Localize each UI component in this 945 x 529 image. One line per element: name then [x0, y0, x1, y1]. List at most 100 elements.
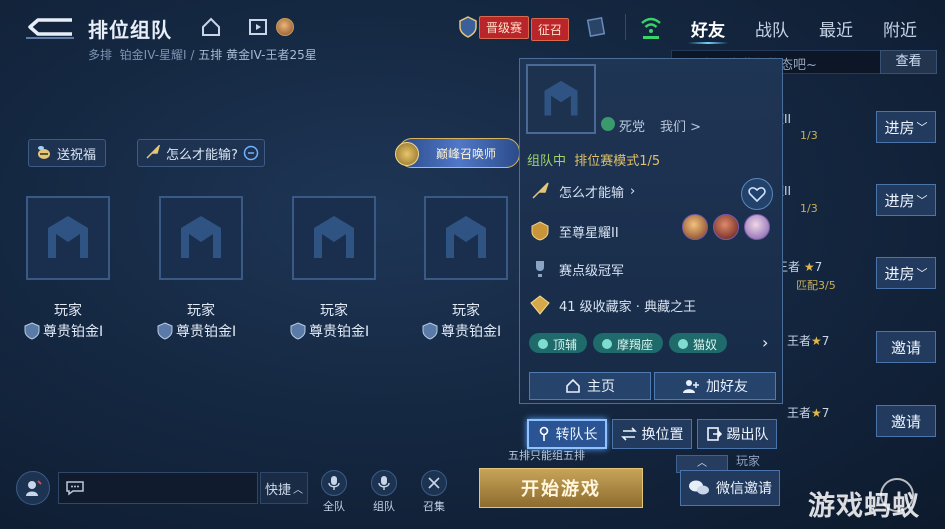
send-blessing-button[interactable]: 送祝福: [28, 139, 106, 167]
tag-item: 顶辅: [529, 333, 588, 353]
chat-input[interactable]: [58, 472, 258, 504]
shield-icon: [459, 16, 477, 38]
quick-chat-button[interactable]: 快捷 ︿: [260, 472, 308, 504]
back-button[interactable]: [22, 12, 78, 42]
chevron-right-icon[interactable]: ›: [762, 333, 776, 353]
player-rank-label: 尊贵铂金I: [176, 324, 237, 340]
peak-summoner-label: 巅峰召唤师: [435, 146, 496, 161]
popup-avatar[interactable]: [526, 64, 596, 134]
chevron-up-icon: ︿: [293, 484, 303, 496]
heart-icon: [748, 187, 766, 202]
default-avatar-icon: [446, 216, 486, 258]
rank-shield-icon: [290, 322, 306, 340]
tag-list: 顶辅 摩羯座 猫奴: [529, 333, 733, 353]
gather-button[interactable]: 召集: [414, 470, 454, 513]
voice-button[interactable]: [16, 471, 50, 505]
swap-position-label: 换位置: [641, 427, 684, 443]
add-friend-button[interactable]: 加好友: [654, 372, 776, 400]
rocket-icon: [146, 145, 161, 159]
separator: /: [190, 48, 195, 62]
chevron-right-icon: ›: [630, 183, 636, 199]
invite-button[interactable]: 邀请: [876, 331, 936, 363]
voice-icon: [371, 470, 397, 496]
relation-label: 死党: [619, 120, 646, 135]
pin-icon: [539, 426, 548, 441]
hero-avatar[interactable]: [744, 214, 770, 240]
team-voice-button[interactable]: 组队: [364, 470, 404, 513]
voice-icon: [321, 470, 347, 496]
exit-icon: [706, 427, 722, 441]
all-team-voice-button[interactable]: 全队: [314, 470, 354, 513]
chat-icon: [66, 481, 84, 496]
home-icon[interactable]: [200, 16, 222, 38]
summon-badge[interactable]: 征召: [531, 18, 570, 41]
champion-label: 赛点级冠军: [559, 263, 625, 279]
player-slot-2[interactable]: [159, 196, 243, 280]
info-icon: [243, 145, 259, 161]
rank-shield-icon: [422, 322, 438, 340]
view-status-button[interactable]: 查看: [880, 50, 937, 74]
default-avatar-icon: [314, 216, 354, 258]
promotion-label: 晋级赛: [479, 15, 530, 39]
champion-row: 赛点级冠军: [529, 258, 624, 280]
page-title: 排位组队: [88, 18, 172, 42]
player-name-2: 玩家: [187, 303, 215, 319]
how-to-lose-button[interactable]: 怎么才能输?: [137, 139, 265, 167]
join-room-button[interactable]: 进房 ﹀: [876, 257, 936, 289]
swap-position-button[interactable]: 换位置: [612, 419, 692, 449]
team-mode-label: 排位赛模式1/5: [574, 154, 661, 169]
share-icon[interactable]: [586, 16, 606, 38]
hero-avatar[interactable]: [713, 214, 739, 240]
gather-label: 召集: [423, 500, 445, 513]
collector-badge-icon: [530, 295, 550, 315]
player-rank-label: 尊贵铂金I: [309, 324, 370, 340]
gather-icon: [421, 470, 447, 496]
join-room-button[interactable]: 进房 ﹀: [876, 111, 936, 143]
start-game-button[interactable]: 开始游戏: [479, 468, 643, 508]
star-icon: ★: [803, 260, 815, 274]
rank-row: 至尊星耀II: [529, 220, 619, 242]
collector-row: 41 级收藏家 · 典藏之王: [529, 294, 696, 316]
like-button[interactable]: [741, 178, 773, 210]
tab-friends[interactable]: 好友: [676, 0, 740, 52]
player-slot-1[interactable]: [26, 196, 110, 280]
friend-count-1: 1/3: [800, 129, 818, 142]
tab-nearby[interactable]: 附近: [868, 0, 932, 52]
promotion-badge[interactable]: 晋级赛: [459, 15, 530, 39]
join-room-button[interactable]: 进房 ﹀: [876, 184, 936, 216]
star-rank-icon: [531, 221, 549, 241]
home-icon: [566, 378, 580, 393]
player-name-1: 玩家: [54, 303, 82, 319]
friend-rank-4: 王者★7: [787, 332, 829, 349]
avatar[interactable]: [276, 18, 294, 36]
hero-avatar[interactable]: [682, 214, 708, 240]
wechat-invite-button[interactable]: 微信邀请: [680, 470, 780, 506]
transfer-captain-button[interactable]: 转队长: [527, 419, 607, 449]
tag-icon: [602, 339, 613, 349]
tag-label: 摩羯座: [617, 337, 654, 352]
rank-range-1: 铂金IV-星耀I: [119, 48, 187, 62]
signal-icon: [640, 14, 662, 40]
wechat-invite-label: 微信邀请: [716, 481, 772, 497]
how-to-lose-row[interactable]: 怎么才能输 ›: [529, 180, 635, 202]
chevron-down-icon: ﹀: [916, 267, 928, 280]
tag-label: 顶辅: [553, 337, 578, 352]
tag-icon: [678, 339, 689, 349]
player-rank-3: 尊贵铂金I: [290, 321, 369, 341]
tab-recent[interactable]: 最近: [804, 0, 868, 52]
profile-home-button[interactable]: 主页: [529, 372, 651, 400]
player-rank-label: 尊贵铂金I: [441, 324, 502, 340]
tab-clan[interactable]: 战队: [740, 0, 804, 52]
relation-link[interactable]: 我们 >: [660, 116, 701, 135]
all-team-label: 全队: [323, 500, 345, 513]
team-status: 组队中 排位赛模式1/5: [527, 150, 660, 169]
kick-button[interactable]: 踢出队: [697, 419, 777, 449]
player-rank-1: 尊贵铂金I: [24, 321, 103, 341]
how-to-lose-label: 怎么才能输?: [166, 147, 238, 163]
friend-stars: 7: [821, 406, 830, 420]
player-slot-4[interactable]: [424, 196, 508, 280]
video-icon[interactable]: [248, 17, 268, 37]
relation-icon: [601, 117, 615, 131]
player-slot-3[interactable]: [292, 196, 376, 280]
invite-button[interactable]: 邀请: [876, 405, 936, 437]
